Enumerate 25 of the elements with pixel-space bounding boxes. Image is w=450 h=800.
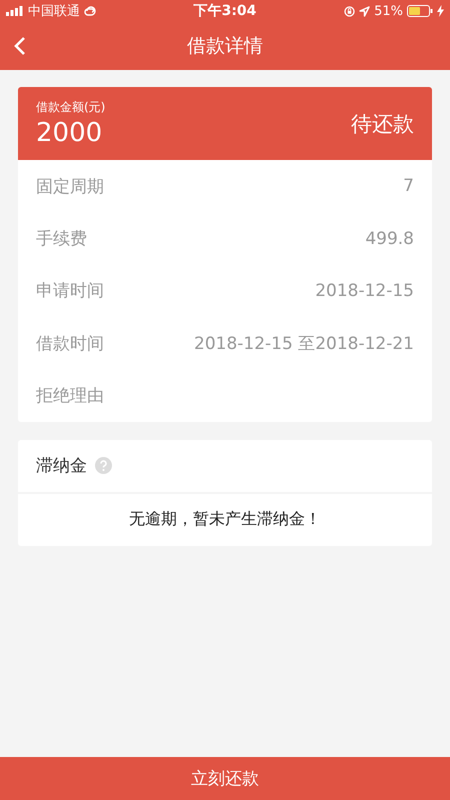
row-value: 2018-12-15 <box>315 280 414 301</box>
row-label: 拒绝理由 <box>36 385 104 408</box>
row-label: 手续费 <box>36 228 87 250</box>
loop-icon <box>84 5 98 17</box>
late-fee-message: 无逾期，暂未产生滞纳金！ <box>129 509 321 530</box>
loan-amount: 2000 <box>36 118 104 148</box>
battery-icon <box>406 5 433 17</box>
row-value: 499.8 <box>365 228 414 249</box>
amount-label: 借款金额(元) <box>36 99 106 116</box>
location-arrow-icon <box>359 6 370 16</box>
charging-icon <box>436 5 444 17</box>
row-label: 申请时间 <box>36 280 104 302</box>
late-fee-title: 滞纳金 <box>36 455 87 478</box>
signal-icon <box>6 6 24 16</box>
row-label: 借款时间 <box>36 332 104 355</box>
loan-status: 待还款 <box>351 110 414 138</box>
page-title: 借款详情 <box>187 34 263 59</box>
battery-percent: 51% <box>374 4 403 18</box>
row-value: 7 <box>403 176 414 196</box>
row-value: 2018-12-15 至2018-12-21 <box>194 332 414 355</box>
repay-button[interactable]: 立刻还款 <box>0 757 450 800</box>
carrier-name: 中国联通 <box>28 3 80 20</box>
status-time: 下午3:04 <box>194 2 256 20</box>
row-label: 固定周期 <box>36 176 104 198</box>
rotation-lock-icon <box>344 6 356 16</box>
